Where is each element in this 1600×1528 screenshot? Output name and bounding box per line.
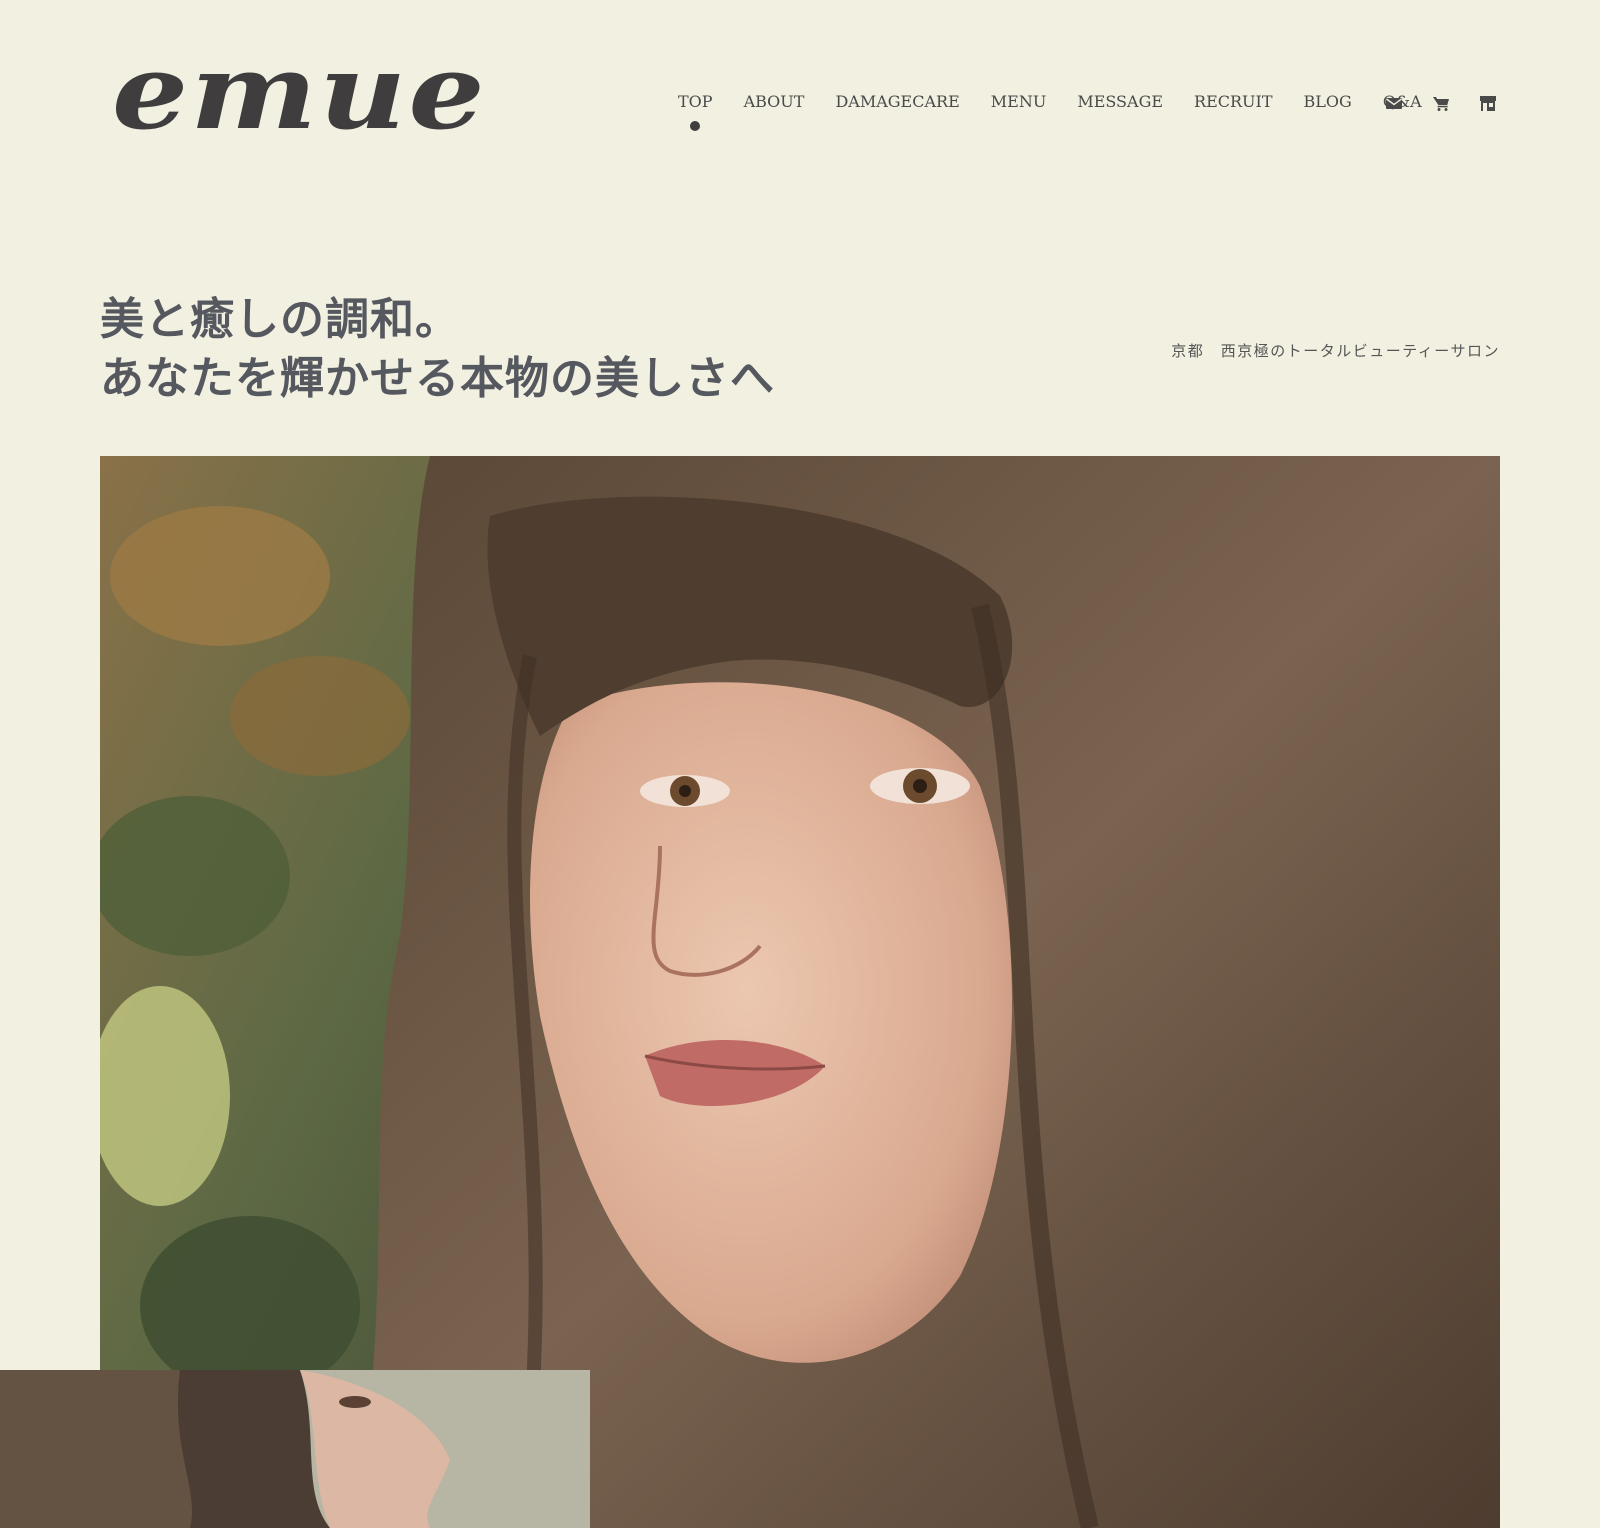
nav-item-message[interactable]: MESSAGE <box>1077 92 1163 112</box>
hero-headline-line-1: 美と癒しの調和。 <box>100 294 460 345</box>
hero-tagline: 京都 西京極のトータルビューティーサロン <box>1171 342 1500 360</box>
nav-item-label: MESSAGE <box>1077 92 1164 111</box>
secondary-photo <box>0 1370 590 1528</box>
hero-photo <box>100 456 1500 1528</box>
nav-item-label: MENU <box>990 92 1047 111</box>
hero-headline-line-2: あなたを輝かせる本物の美しさへ <box>100 353 775 404</box>
envelope-icon[interactable] <box>1385 94 1403 112</box>
nav-item-about[interactable]: ABOUT <box>744 92 805 112</box>
nav-icon-group <box>1385 94 1497 112</box>
active-indicator-dot <box>690 121 701 131</box>
hero-headline: 美と癒しの調和。 あなたを輝かせる本物の美しさへ <box>100 290 775 408</box>
secondary-photo-illustration <box>0 1370 590 1528</box>
cart-icon[interactable] <box>1432 94 1450 112</box>
site-logo[interactable]: emue <box>112 40 487 144</box>
nav-item-label: DAMAGECARE <box>835 92 960 111</box>
hero-photo-illustration <box>100 456 1500 1528</box>
store-icon[interactable] <box>1479 94 1497 112</box>
nav-item-label: BLOG <box>1303 92 1352 111</box>
nav-item-label: TOP <box>678 92 713 111</box>
main-nav: TOP ABOUT DAMAGECARE MENU MESSAGE RECRUI… <box>678 92 1453 131</box>
nav-item-recruit[interactable]: RECRUIT <box>1194 92 1273 112</box>
nav-item-top[interactable]: TOP <box>678 92 713 131</box>
nav-item-damagecare[interactable]: DAMAGECARE <box>835 92 959 112</box>
nav-item-blog[interactable]: BLOG <box>1304 92 1352 112</box>
nav-item-label: ABOUT <box>743 92 805 111</box>
nav-item-label: RECRUIT <box>1194 92 1273 111</box>
nav-item-menu[interactable]: MENU <box>991 92 1047 112</box>
